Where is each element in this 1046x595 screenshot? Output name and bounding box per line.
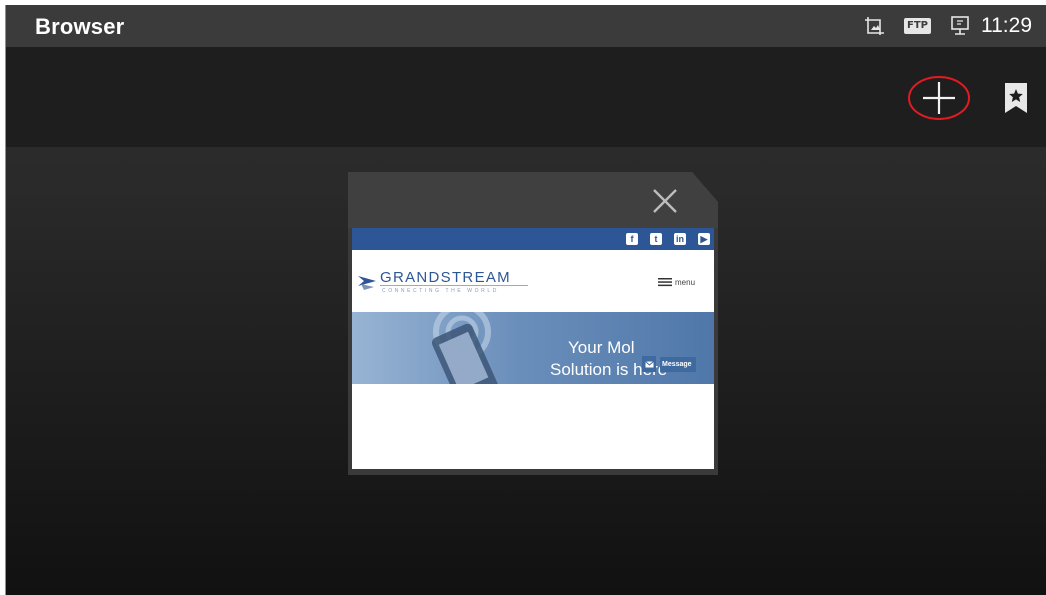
grandstream-logo-icon [358,276,376,290]
tab-thumbnail[interactable]: f t in ▶ GRANDSTREAM CONNECTING THE WORL… [352,228,714,469]
message-label: Message [662,361,692,368]
site-hero-banner: Your Mol Solution is here Message [352,312,714,384]
message-button[interactable]: Message [660,357,696,372]
youtube-icon: ▶ [698,233,710,245]
menu-label: menu [675,277,696,287]
close-tab-button[interactable] [648,184,682,218]
chat-widget-icon[interactable] [642,356,656,372]
screenshot-icon [865,17,885,35]
action-bar [6,47,1046,147]
bookmarks-button[interactable] [1001,81,1031,115]
clock: 11:29 [981,14,1032,37]
twitter-icon: t [650,233,662,245]
app-title: Browser [35,14,125,39]
status-icons: FTP 11:29 [864,13,1032,39]
new-tab-button[interactable] [908,75,970,121]
ethernet-icon [951,16,969,35]
brand-tagline: CONNECTING THE WORLD [382,288,499,294]
site-menu-button[interactable]: menu [658,276,695,288]
brand-underline [380,285,528,286]
brand-name: GRANDSTREAM [380,269,511,286]
site-header: GRANDSTREAM CONNECTING THE WORLD menu [352,250,714,334]
hero-headline-line1: Your Mol [568,338,635,357]
ftp-status-icon: FTP [904,18,931,34]
linkedin-icon: in [674,233,686,245]
site-content-area [352,384,714,469]
tab-card[interactable]: f t in ▶ GRANDSTREAM CONNECTING THE WORL… [348,172,718,475]
facebook-icon: f [626,233,638,245]
hero-phone-graphic [431,312,499,384]
mail-icon [644,360,654,367]
browser-screen: Browser FTP 11:29 f t in ▶ GRANDSTREAM C… [6,5,1046,595]
status-bar: Browser FTP 11:29 [6,5,1046,47]
site-topbar: f t in ▶ [352,228,714,250]
hamburger-icon [658,278,672,287]
